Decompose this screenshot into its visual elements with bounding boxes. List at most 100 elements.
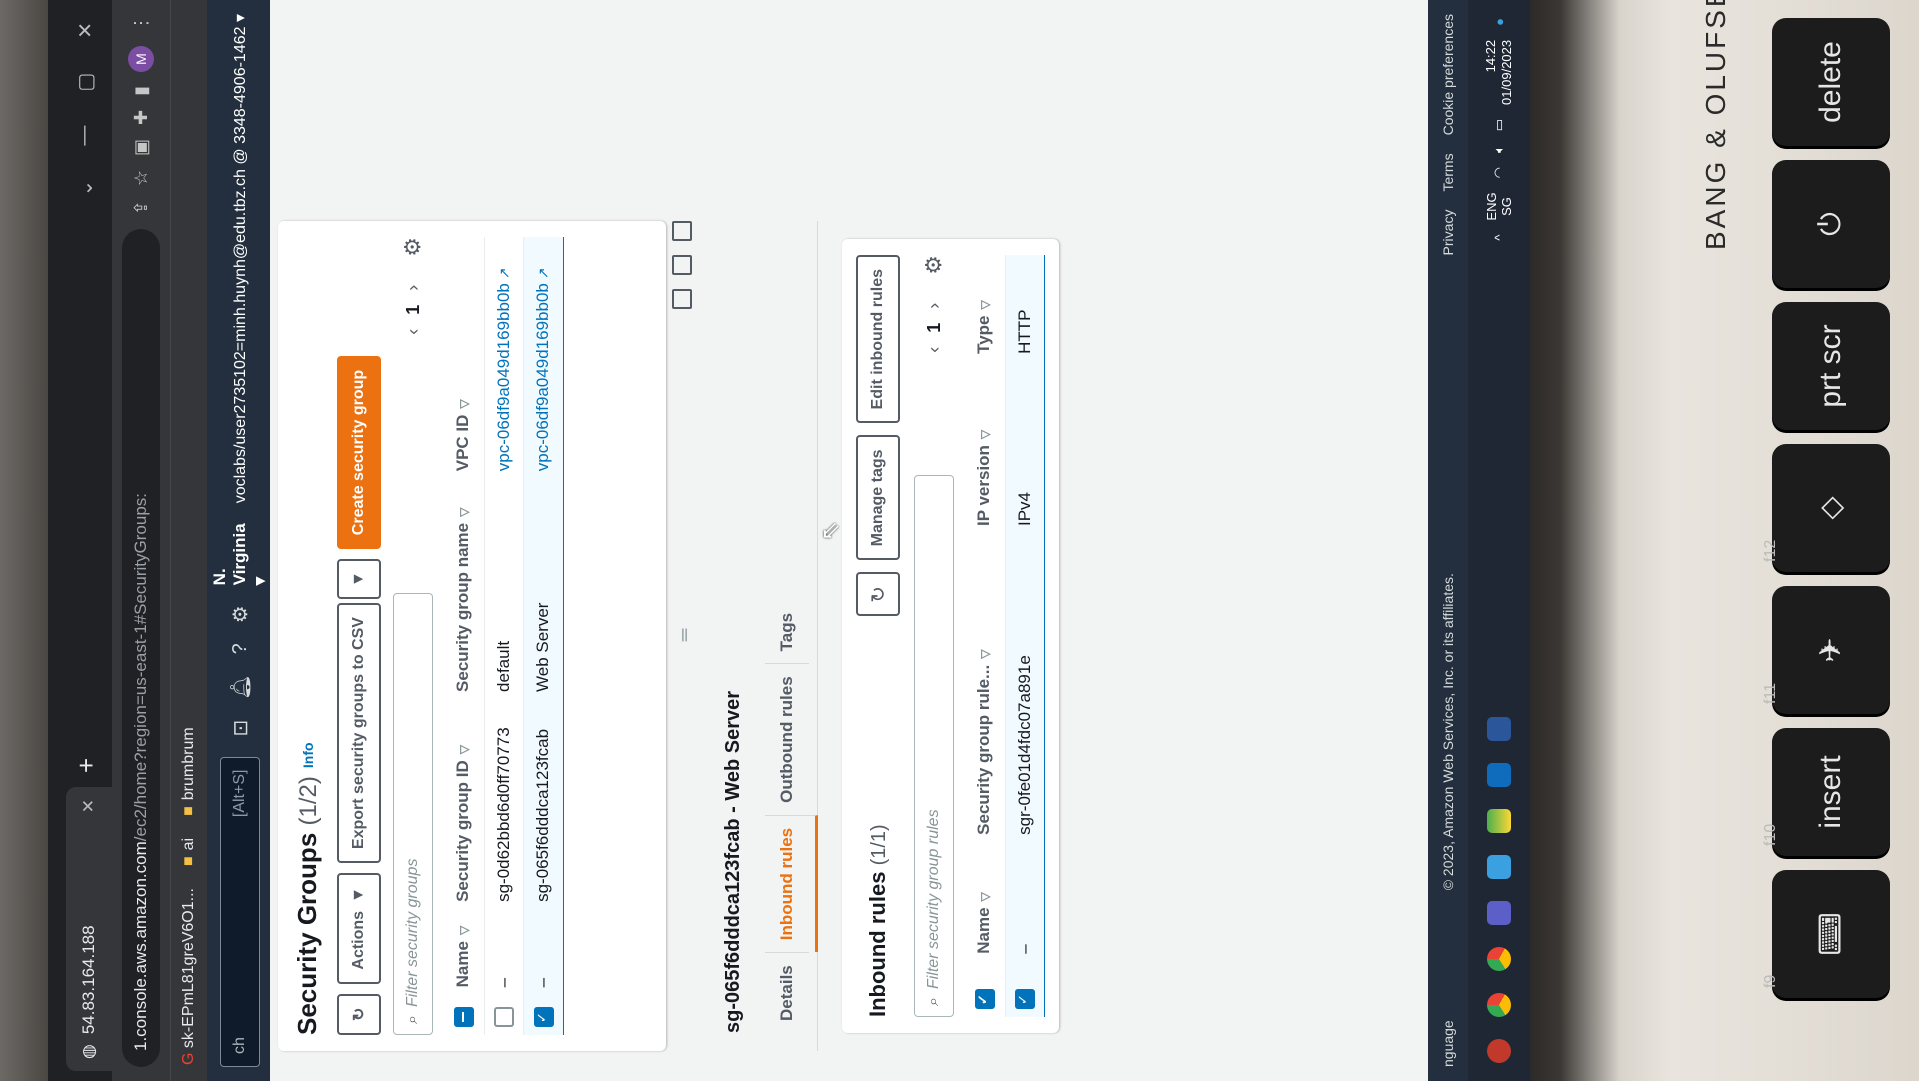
url-field[interactable]: 1.console.aws.amazon.com /ec2/home?regio… — [122, 229, 160, 1067]
column-header[interactable]: Security group ID▽ — [443, 699, 485, 910]
tab-outbound-rules[interactable]: Outbound rules — [765, 663, 809, 815]
photos-icon[interactable] — [1487, 809, 1511, 833]
outlook-icon[interactable] — [1487, 763, 1511, 787]
create-security-group-button[interactable]: Create security group — [337, 355, 381, 550]
new-tab-icon[interactable]: + — [71, 758, 102, 773]
bookmark-folder[interactable]: ■ai — [180, 838, 198, 866]
vpc-link[interactable]: vpc-06df9a049d169bb0b — [533, 283, 552, 471]
bell-icon[interactable]: 🔔︎ — [228, 674, 253, 699]
panel-splitter[interactable]: ═ — [666, 221, 702, 1051]
page-number[interactable]: 1 — [924, 323, 945, 333]
sidepanel-icon[interactable]: ▮ — [131, 86, 152, 96]
table-row[interactable]: – sg-0d62bbd6d0ff70773 default vpc-06df9… — [484, 237, 524, 1035]
manage-tags-button[interactable]: Manage tags — [856, 435, 900, 561]
extension-icon[interactable]: ▣ — [131, 139, 152, 156]
app-icon[interactable] — [1487, 717, 1511, 741]
filter-placeholder: Filter security group rules — [925, 809, 942, 990]
gear-icon[interactable]: ⚙ — [228, 605, 253, 623]
region-selector[interactable]: N. Virginia ▾ — [210, 523, 270, 585]
next-page-icon[interactable]: › — [403, 285, 424, 291]
cookie-preferences-link[interactable]: Cookie preferences — [1440, 14, 1456, 135]
next-page-icon[interactable]: › — [924, 303, 945, 309]
language-indicator[interactable]: ENG SG — [1484, 192, 1514, 220]
share-icon[interactable]: ⇪ — [131, 200, 152, 215]
maximize-icon[interactable]: ▢ — [73, 73, 98, 92]
terms-link[interactable]: Terms — [1440, 153, 1456, 191]
copyright: © 2023, Amazon Web Services, Inc. or its… — [1440, 573, 1456, 891]
page-title: Security Groups (1/2) — [292, 776, 322, 1035]
column-header[interactable]: Security group name▽ — [443, 479, 485, 700]
privacy-link[interactable]: Privacy — [1440, 210, 1456, 256]
star-icon[interactable]: ☆ — [131, 170, 152, 186]
language-link[interactable]: nguage — [1440, 1020, 1456, 1067]
teams-icon[interactable] — [1487, 901, 1511, 925]
export-csv-button[interactable]: Export security groups to CSV — [337, 603, 381, 864]
export-dropdown-button[interactable]: ▼ — [337, 559, 381, 600]
detail-panel: sg-065f6dddca123fcab - Web Server Detail… — [702, 221, 1060, 1051]
bookmark-item[interactable]: G sk-EPmL81greV6O1... — [180, 888, 198, 1065]
rules-search-row: ⌕ Filter security group rules ‹ 1 › ⚙ — [914, 255, 954, 1017]
actions-button[interactable]: Actions ▼ — [337, 873, 381, 984]
info-link[interactable]: Info — [300, 742, 316, 768]
bookmark-folder[interactable]: ■brumbrum — [180, 727, 198, 816]
chevron-up-icon[interactable]: ^ — [1492, 235, 1507, 241]
aws-search-input[interactable]: ch [Alt+S] — [220, 756, 260, 1067]
chevron-down-icon[interactable]: ⌄ — [73, 180, 98, 197]
wifi-icon[interactable]: ◠ — [1491, 167, 1507, 178]
select-all-header[interactable] — [443, 995, 485, 1035]
side-view-icon[interactable] — [672, 255, 692, 275]
row-checkbox[interactable] — [494, 1007, 515, 1027]
refresh-button[interactable]: ↻ — [337, 993, 381, 1035]
chrome-icon[interactable] — [1487, 993, 1511, 1017]
column-header[interactable]: Security group rule...▽ — [964, 534, 1006, 843]
select-all-checkbox[interactable] — [453, 1007, 474, 1027]
table-header-row: Name▽ Security group ID▽ Security group … — [443, 237, 485, 1035]
vpc-link[interactable]: vpc-06df9a049d169bb0b — [494, 283, 513, 471]
notification-icon[interactable]: ● — [1492, 18, 1507, 26]
app-icon[interactable] — [1487, 1039, 1511, 1063]
sg-filter-input[interactable]: ⌕ Filter security groups — [393, 593, 433, 1035]
drag-handle-icon[interactable]: ═ — [674, 631, 695, 642]
prev-page-icon[interactable]: ‹ — [924, 347, 945, 353]
gear-icon[interactable]: ⚙ — [400, 237, 426, 257]
page-number[interactable]: 1 — [403, 305, 424, 315]
row-checkbox[interactable] — [533, 1007, 554, 1027]
column-header[interactable]: VPC ID▽ — [443, 237, 485, 480]
chrome-profile-icon[interactable] — [1487, 947, 1511, 971]
row-checkbox[interactable] — [1015, 989, 1036, 1009]
cloudshell-icon[interactable]: ⊡ — [228, 720, 253, 737]
gear-icon[interactable]: ⚙ — [921, 255, 947, 275]
split-view-icon[interactable] — [672, 289, 692, 309]
clock[interactable]: 14:22 01/09/2023 — [1483, 40, 1515, 105]
browser-tab[interactable]: ◍ 54.83.164.188 ✕ — [66, 787, 112, 1071]
volume-icon[interactable]: 🔈︎ — [1491, 145, 1507, 153]
account-menu[interactable]: voclabs/user2735102=minh.huynh@edu.tbz.c… — [230, 14, 250, 503]
refresh-button[interactable]: ↻ — [856, 572, 900, 617]
puzzle-icon[interactable]: ✚ — [131, 110, 152, 125]
folder-icon: ■ — [180, 856, 197, 867]
close-icon[interactable]: ✕ — [79, 799, 99, 813]
tab-tags[interactable]: Tags — [765, 601, 809, 663]
tab-inbound-rules[interactable]: Inbound rules — [765, 814, 818, 953]
column-header[interactable]: Type▽ — [964, 255, 1006, 362]
table-row[interactable]: – sgr-0fe01d4fdc07a891e IPv4 HTTP — [1005, 255, 1045, 1017]
column-header[interactable]: Name▽ — [964, 842, 1006, 962]
window-controls: ⌄ — ▢ ✕ — [73, 0, 112, 196]
select-all-checkbox[interactable] — [974, 989, 995, 1009]
notepad-icon[interactable] — [1487, 855, 1511, 879]
rules-filter-input[interactable]: ⌕ Filter security group rules — [914, 475, 954, 1017]
full-view-icon[interactable] — [672, 221, 692, 241]
profile-avatar[interactable]: M — [128, 46, 154, 72]
prev-page-icon[interactable]: ‹ — [403, 329, 424, 335]
help-icon[interactable]: ? — [229, 643, 252, 654]
edit-inbound-rules-button[interactable]: Edit inbound rules — [856, 255, 900, 424]
menu-icon[interactable]: ⋮ — [131, 14, 152, 32]
column-header[interactable]: IP version▽ — [964, 361, 1006, 535]
tab-details[interactable]: Details — [765, 952, 809, 1033]
table-row[interactable]: – sg-065f6dddca123fcab Web Server vpc-06… — [523, 237, 564, 1035]
column-header[interactable]: Name▽ — [443, 909, 485, 996]
minimize-icon[interactable]: — — [73, 126, 98, 146]
battery-icon[interactable]: ▭ — [1491, 119, 1507, 131]
system-tray: ^ ENG SG ◠ 🔈︎ ▭ 14:22 01/09/2023 ● — [1483, 18, 1515, 241]
close-window-icon[interactable]: ✕ — [73, 22, 98, 39]
